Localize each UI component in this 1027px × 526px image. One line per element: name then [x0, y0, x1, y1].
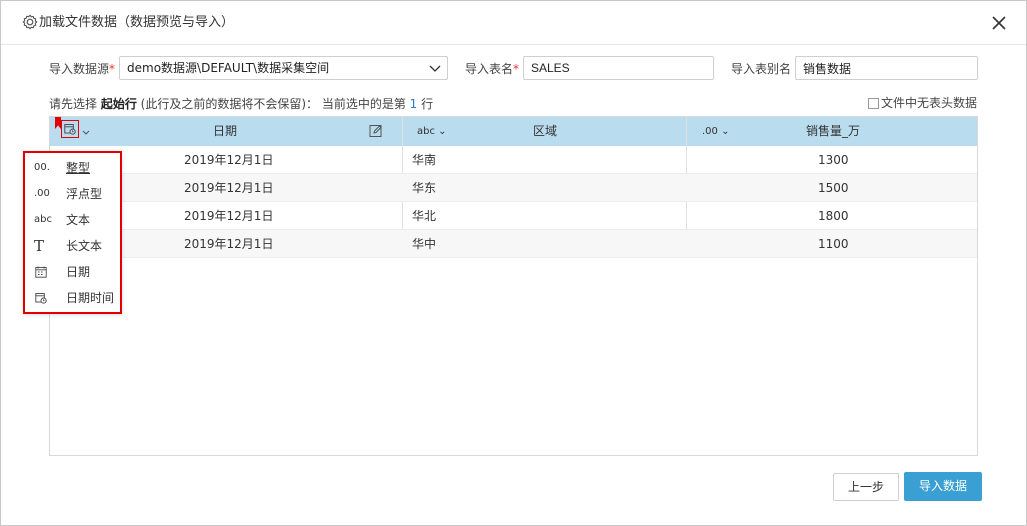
column-type-float[interactable]: .00 ⌄ — [702, 117, 729, 146]
tablename-input[interactable] — [523, 56, 714, 80]
column-header-region[interactable]: 区域 — [533, 117, 557, 146]
table-row[interactable]: 2019年12月1日 华东 1500 — [50, 174, 977, 202]
text-type-icon: abc — [34, 214, 52, 225]
chevron-down-icon — [429, 65, 441, 72]
load-file-dialog: 加载文件数据（数据预览与导入） 导入数据源* demo数据源\DEFAULT\数… — [0, 0, 1027, 526]
calendar-icon — [35, 266, 47, 278]
menu-item-datetime[interactable]: 日期时间 — [25, 285, 120, 311]
menu-item-float[interactable]: .00 浮点型 — [25, 181, 120, 207]
cell-region: 华南 — [412, 153, 437, 167]
dialog-titlebar: 加载文件数据（数据预览与导入） — [1, 1, 1026, 45]
start-row-keyword: 起始行 — [100, 97, 137, 111]
menu-item-label: 日期 — [66, 265, 91, 279]
no-header-checkbox[interactable] — [867, 97, 879, 109]
menu-item-long-text[interactable]: T 长文本 — [25, 233, 120, 259]
preview-table: 日期 abc ⌄ 区域 .00 ⌄ 销售量_万 2019年12月1日 华南 13… — [49, 116, 978, 456]
gear-icon — [22, 14, 38, 30]
cell-date: 2019年12月1日 — [184, 153, 274, 167]
datasource-select[interactable]: demo数据源\DEFAULT\数据采集空间 — [119, 56, 448, 80]
column-header-sales[interactable]: 销售量_万 — [806, 117, 860, 146]
menu-item-label: 整型 — [66, 161, 91, 175]
menu-item-integer[interactable]: 00. 整型 — [25, 155, 120, 181]
menu-item-label: 长文本 — [66, 239, 103, 253]
alias-label: 导入表别名 — [731, 62, 792, 76]
table-row[interactable]: 2019年12月1日 华中 1100 — [50, 230, 977, 258]
cell-sales: 1300 — [818, 153, 849, 167]
table-row[interactable]: 2019年12月1日 华北 1800 — [50, 202, 977, 230]
alias-input[interactable] — [795, 56, 978, 80]
datasource-label: 导入数据源* — [49, 62, 116, 76]
menu-item-text[interactable]: abc 文本 — [25, 207, 120, 233]
no-header-option[interactable]: 文件中无表头数据 — [867, 96, 977, 110]
calendar-clock-icon — [35, 293, 47, 304]
menu-item-label: 日期时间 — [66, 291, 115, 305]
menu-item-date[interactable]: 日期 — [25, 259, 120, 285]
column-type-menu: 00. 整型 .00 浮点型 abc 文本 T 长文本 日期 日期时间 — [23, 151, 122, 314]
integer-type-icon: 00. — [34, 162, 50, 173]
column-type-text[interactable]: abc ⌄ — [417, 117, 447, 146]
menu-item-label: 文本 — [66, 213, 91, 227]
long-text-type-icon: T — [34, 237, 45, 255]
datasource-value: demo数据源\DEFAULT\数据采集空间 — [127, 61, 330, 75]
chevron-down-icon[interactable] — [81, 117, 91, 146]
import-data-button[interactable]: 导入数据 — [904, 472, 982, 501]
cell-date: 2019年12月1日 — [184, 237, 274, 251]
cell-sales: 1800 — [818, 209, 849, 223]
dialog-title: 加载文件数据（数据预览与导入） — [39, 15, 235, 30]
cell-region: 华北 — [412, 209, 437, 223]
edit-icon[interactable] — [369, 124, 383, 138]
cell-date: 2019年12月1日 — [184, 209, 274, 223]
cell-region: 华中 — [412, 237, 437, 251]
calendar-clock-icon — [64, 124, 76, 135]
table-header: 日期 abc ⌄ 区域 .00 ⌄ 销售量_万 — [50, 117, 977, 146]
table-row[interactable]: 2019年12月1日 华南 1300 — [50, 146, 977, 174]
previous-step-button[interactable]: 上一步 — [833, 473, 899, 501]
cell-sales: 1500 — [818, 181, 849, 195]
start-row-hint: 请先选择 起始行 (此行及之前的数据将不会保留)： 当前选中的是第 1 行 — [49, 97, 434, 111]
cell-sales: 1100 — [818, 237, 849, 251]
close-icon[interactable] — [990, 14, 1008, 32]
column-header-date[interactable]: 日期 — [213, 117, 237, 146]
cell-date: 2019年12月1日 — [184, 181, 274, 195]
column-type-button[interactable] — [61, 120, 79, 138]
cell-region: 华东 — [412, 181, 437, 195]
no-header-label: 文件中无表头数据 — [880, 96, 977, 110]
tablename-label: 导入表名* — [465, 62, 520, 76]
menu-item-label: 浮点型 — [66, 187, 103, 201]
float-type-icon: .00 — [34, 188, 50, 199]
